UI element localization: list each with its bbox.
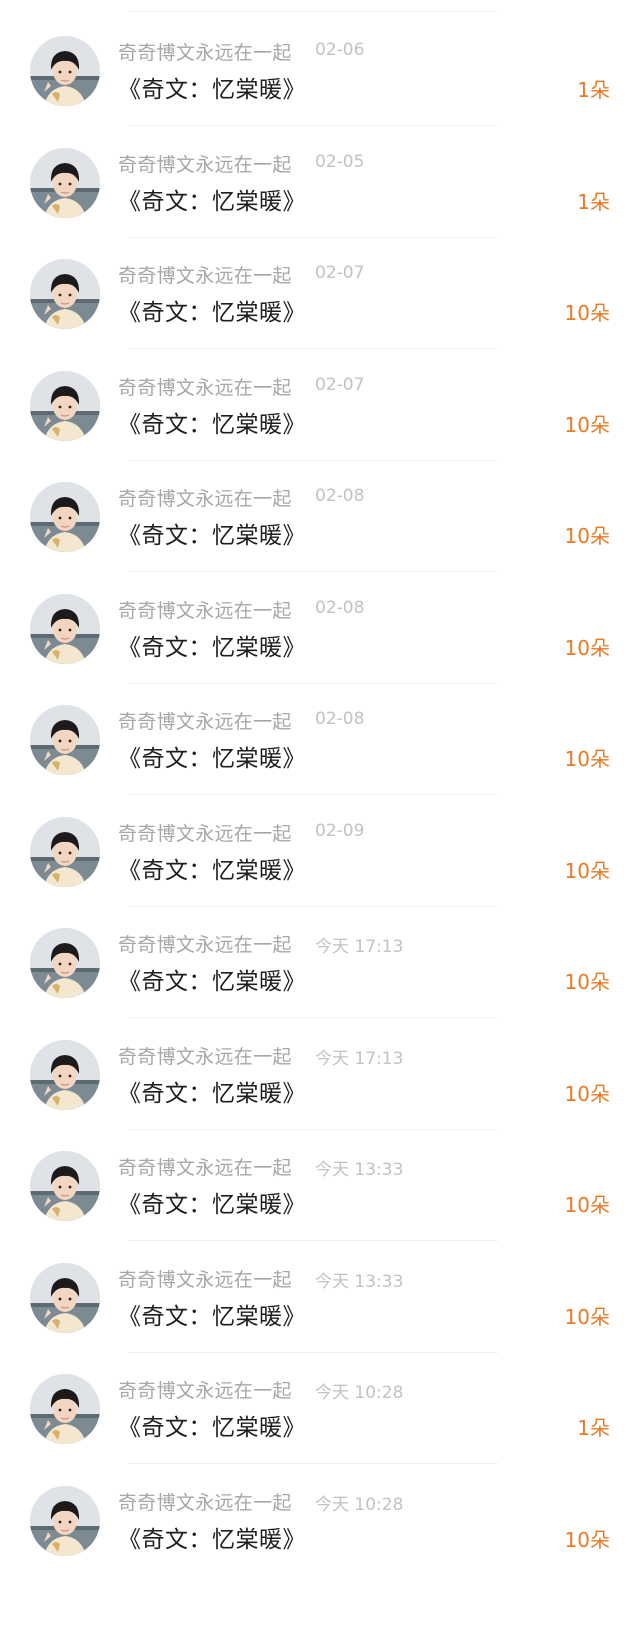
avatar[interactable]	[30, 259, 100, 329]
book-title[interactable]: 《奇文：忆棠暖》	[118, 1520, 306, 1554]
avatar[interactable]	[30, 1486, 100, 1556]
avatar[interactable]	[30, 1151, 100, 1221]
avatar[interactable]	[30, 705, 100, 775]
flower-count: 10朵	[564, 747, 610, 771]
flower-count: 1朵	[577, 190, 610, 214]
flower-count: 10朵	[564, 859, 610, 883]
user-name[interactable]: 奇奇博文永远在一起	[118, 38, 292, 65]
avatar-photo-icon	[30, 148, 100, 218]
user-name[interactable]: 奇奇博文永远在一起	[118, 707, 292, 734]
user-name[interactable]: 奇奇博文永远在一起	[118, 150, 292, 177]
list-item[interactable]: 奇奇博文永远在一起 今天 17:13 《奇文：忆棠暖》 10朵	[0, 892, 640, 1018]
avatar-photo-icon	[30, 482, 100, 552]
timestamp: 02-08	[315, 486, 365, 506]
timestamp: 02-05	[315, 152, 365, 172]
timestamp: 今天 13:33	[315, 1160, 404, 1180]
timestamp: 今天 10:28	[315, 1383, 404, 1403]
list-item[interactable]: 奇奇博文永远在一起 今天 13:33 《奇文：忆棠暖》 10朵	[0, 1115, 640, 1241]
avatar[interactable]	[30, 1040, 100, 1110]
timestamp: 02-06	[315, 40, 365, 60]
avatar-photo-icon	[30, 928, 100, 998]
list-item[interactable]: 奇奇博文永远在一起 02-07 《奇文：忆棠暖》 10朵	[0, 223, 640, 349]
avatar-photo-icon	[30, 1486, 100, 1556]
user-name[interactable]: 奇奇博文永远在一起	[118, 1153, 292, 1180]
book-title[interactable]: 《奇文：忆棠暖》	[118, 1074, 306, 1108]
list-item[interactable]: 奇奇博文永远在一起 02-05 《奇文：忆棠暖》 1朵	[0, 112, 640, 238]
avatar[interactable]	[30, 148, 100, 218]
timestamp: 02-08	[315, 709, 365, 729]
flower-count: 10朵	[564, 413, 610, 437]
avatar[interactable]	[30, 1263, 100, 1333]
timestamp: 今天 17:13	[315, 1049, 404, 1069]
timestamp: 02-08	[315, 598, 365, 618]
list-item[interactable]: 奇奇博文永远在一起 今天 13:33 《奇文：忆棠暖》 10朵	[0, 1227, 640, 1353]
book-title[interactable]: 《奇文：忆棠暖》	[118, 70, 306, 104]
avatar[interactable]	[30, 1374, 100, 1444]
flower-count: 10朵	[564, 1305, 610, 1329]
list-item[interactable]: 奇奇博文永远在一起 02-09 《奇文：忆棠暖》 10朵	[0, 781, 640, 907]
book-title[interactable]: 《奇文：忆棠暖》	[118, 851, 306, 885]
user-name[interactable]: 奇奇博文永远在一起	[118, 930, 292, 957]
user-name[interactable]: 奇奇博文永远在一起	[118, 1376, 292, 1403]
avatar[interactable]	[30, 371, 100, 441]
avatar-photo-icon	[30, 1374, 100, 1444]
list-item[interactable]: 奇奇博文永远在一起 02-07 《奇文：忆棠暖》 10朵	[0, 335, 640, 461]
timestamp: 今天 17:13	[315, 937, 404, 957]
timestamp: 今天 10:28	[315, 1495, 404, 1515]
flower-count: 10朵	[564, 524, 610, 548]
flower-count: 10朵	[564, 636, 610, 660]
list-item[interactable]: 奇奇博文永远在一起 今天 10:28 《奇文：忆棠暖》 1朵	[0, 1338, 640, 1464]
user-name[interactable]: 奇奇博文永远在一起	[118, 1042, 292, 1069]
timestamp: 今天 13:33	[315, 1272, 404, 1292]
avatar[interactable]	[30, 594, 100, 664]
flower-count: 1朵	[577, 1416, 610, 1440]
user-name[interactable]: 奇奇博文永远在一起	[118, 1265, 292, 1292]
avatar[interactable]	[30, 36, 100, 106]
avatar-photo-icon	[30, 259, 100, 329]
user-name[interactable]: 奇奇博文永远在一起	[118, 261, 292, 288]
flower-count: 10朵	[564, 1193, 610, 1217]
flower-count: 10朵	[564, 1082, 610, 1106]
book-title[interactable]: 《奇文：忆棠暖》	[118, 1408, 306, 1442]
book-title[interactable]: 《奇文：忆棠暖》	[118, 1185, 306, 1219]
flower-count: 1朵	[577, 78, 610, 102]
book-title[interactable]: 《奇文：忆棠暖》	[118, 1297, 306, 1331]
list-item[interactable]: 奇奇博文永远在一起 02-08 《奇文：忆棠暖》 10朵	[0, 446, 640, 572]
user-name[interactable]: 奇奇博文永远在一起	[118, 373, 292, 400]
avatar-photo-icon	[30, 371, 100, 441]
book-title[interactable]: 《奇文：忆棠暖》	[118, 628, 306, 662]
book-title[interactable]: 《奇文：忆棠暖》	[118, 405, 306, 439]
list-item[interactable]: 奇奇博文永远在一起 今天 17:13 《奇文：忆棠暖》 10朵	[0, 1004, 640, 1130]
list-item[interactable]: 奇奇博文永远在一起 02-08 《奇文：忆棠暖》 10朵	[0, 669, 640, 795]
book-title[interactable]: 《奇文：忆棠暖》	[118, 962, 306, 996]
user-name[interactable]: 奇奇博文永远在一起	[118, 1488, 292, 1515]
avatar[interactable]	[30, 482, 100, 552]
timestamp: 02-09	[315, 821, 365, 841]
flower-count: 10朵	[564, 970, 610, 994]
book-title[interactable]: 《奇文：忆棠暖》	[118, 739, 306, 773]
avatar-photo-icon	[30, 817, 100, 887]
timestamp: 02-07	[315, 375, 365, 395]
avatar[interactable]	[30, 817, 100, 887]
timestamp: 02-07	[315, 263, 365, 283]
avatar-photo-icon	[30, 594, 100, 664]
avatar-photo-icon	[30, 36, 100, 106]
book-title[interactable]: 《奇文：忆棠暖》	[118, 293, 306, 327]
user-name[interactable]: 奇奇博文永远在一起	[118, 484, 292, 511]
list-item[interactable]: 奇奇博文永远在一起 02-08 《奇文：忆棠暖》 10朵	[0, 558, 640, 684]
book-title[interactable]: 《奇文：忆棠暖》	[118, 182, 306, 216]
list-item[interactable]: 奇奇博文永远在一起 02-06 《奇文：忆棠暖》 1朵	[0, 0, 640, 126]
flower-count: 10朵	[564, 1528, 610, 1552]
avatar-photo-icon	[30, 1040, 100, 1110]
flower-count: 10朵	[564, 301, 610, 325]
book-title[interactable]: 《奇文：忆棠暖》	[118, 516, 306, 550]
avatar-photo-icon	[30, 1151, 100, 1221]
user-name[interactable]: 奇奇博文永远在一起	[118, 819, 292, 846]
avatar[interactable]	[30, 928, 100, 998]
avatar-photo-icon	[30, 1263, 100, 1333]
avatar-photo-icon	[30, 705, 100, 775]
user-name[interactable]: 奇奇博文永远在一起	[118, 596, 292, 623]
list-item[interactable]: 奇奇博文永远在一起 今天 10:28 《奇文：忆棠暖》 10朵	[0, 1450, 640, 1560]
